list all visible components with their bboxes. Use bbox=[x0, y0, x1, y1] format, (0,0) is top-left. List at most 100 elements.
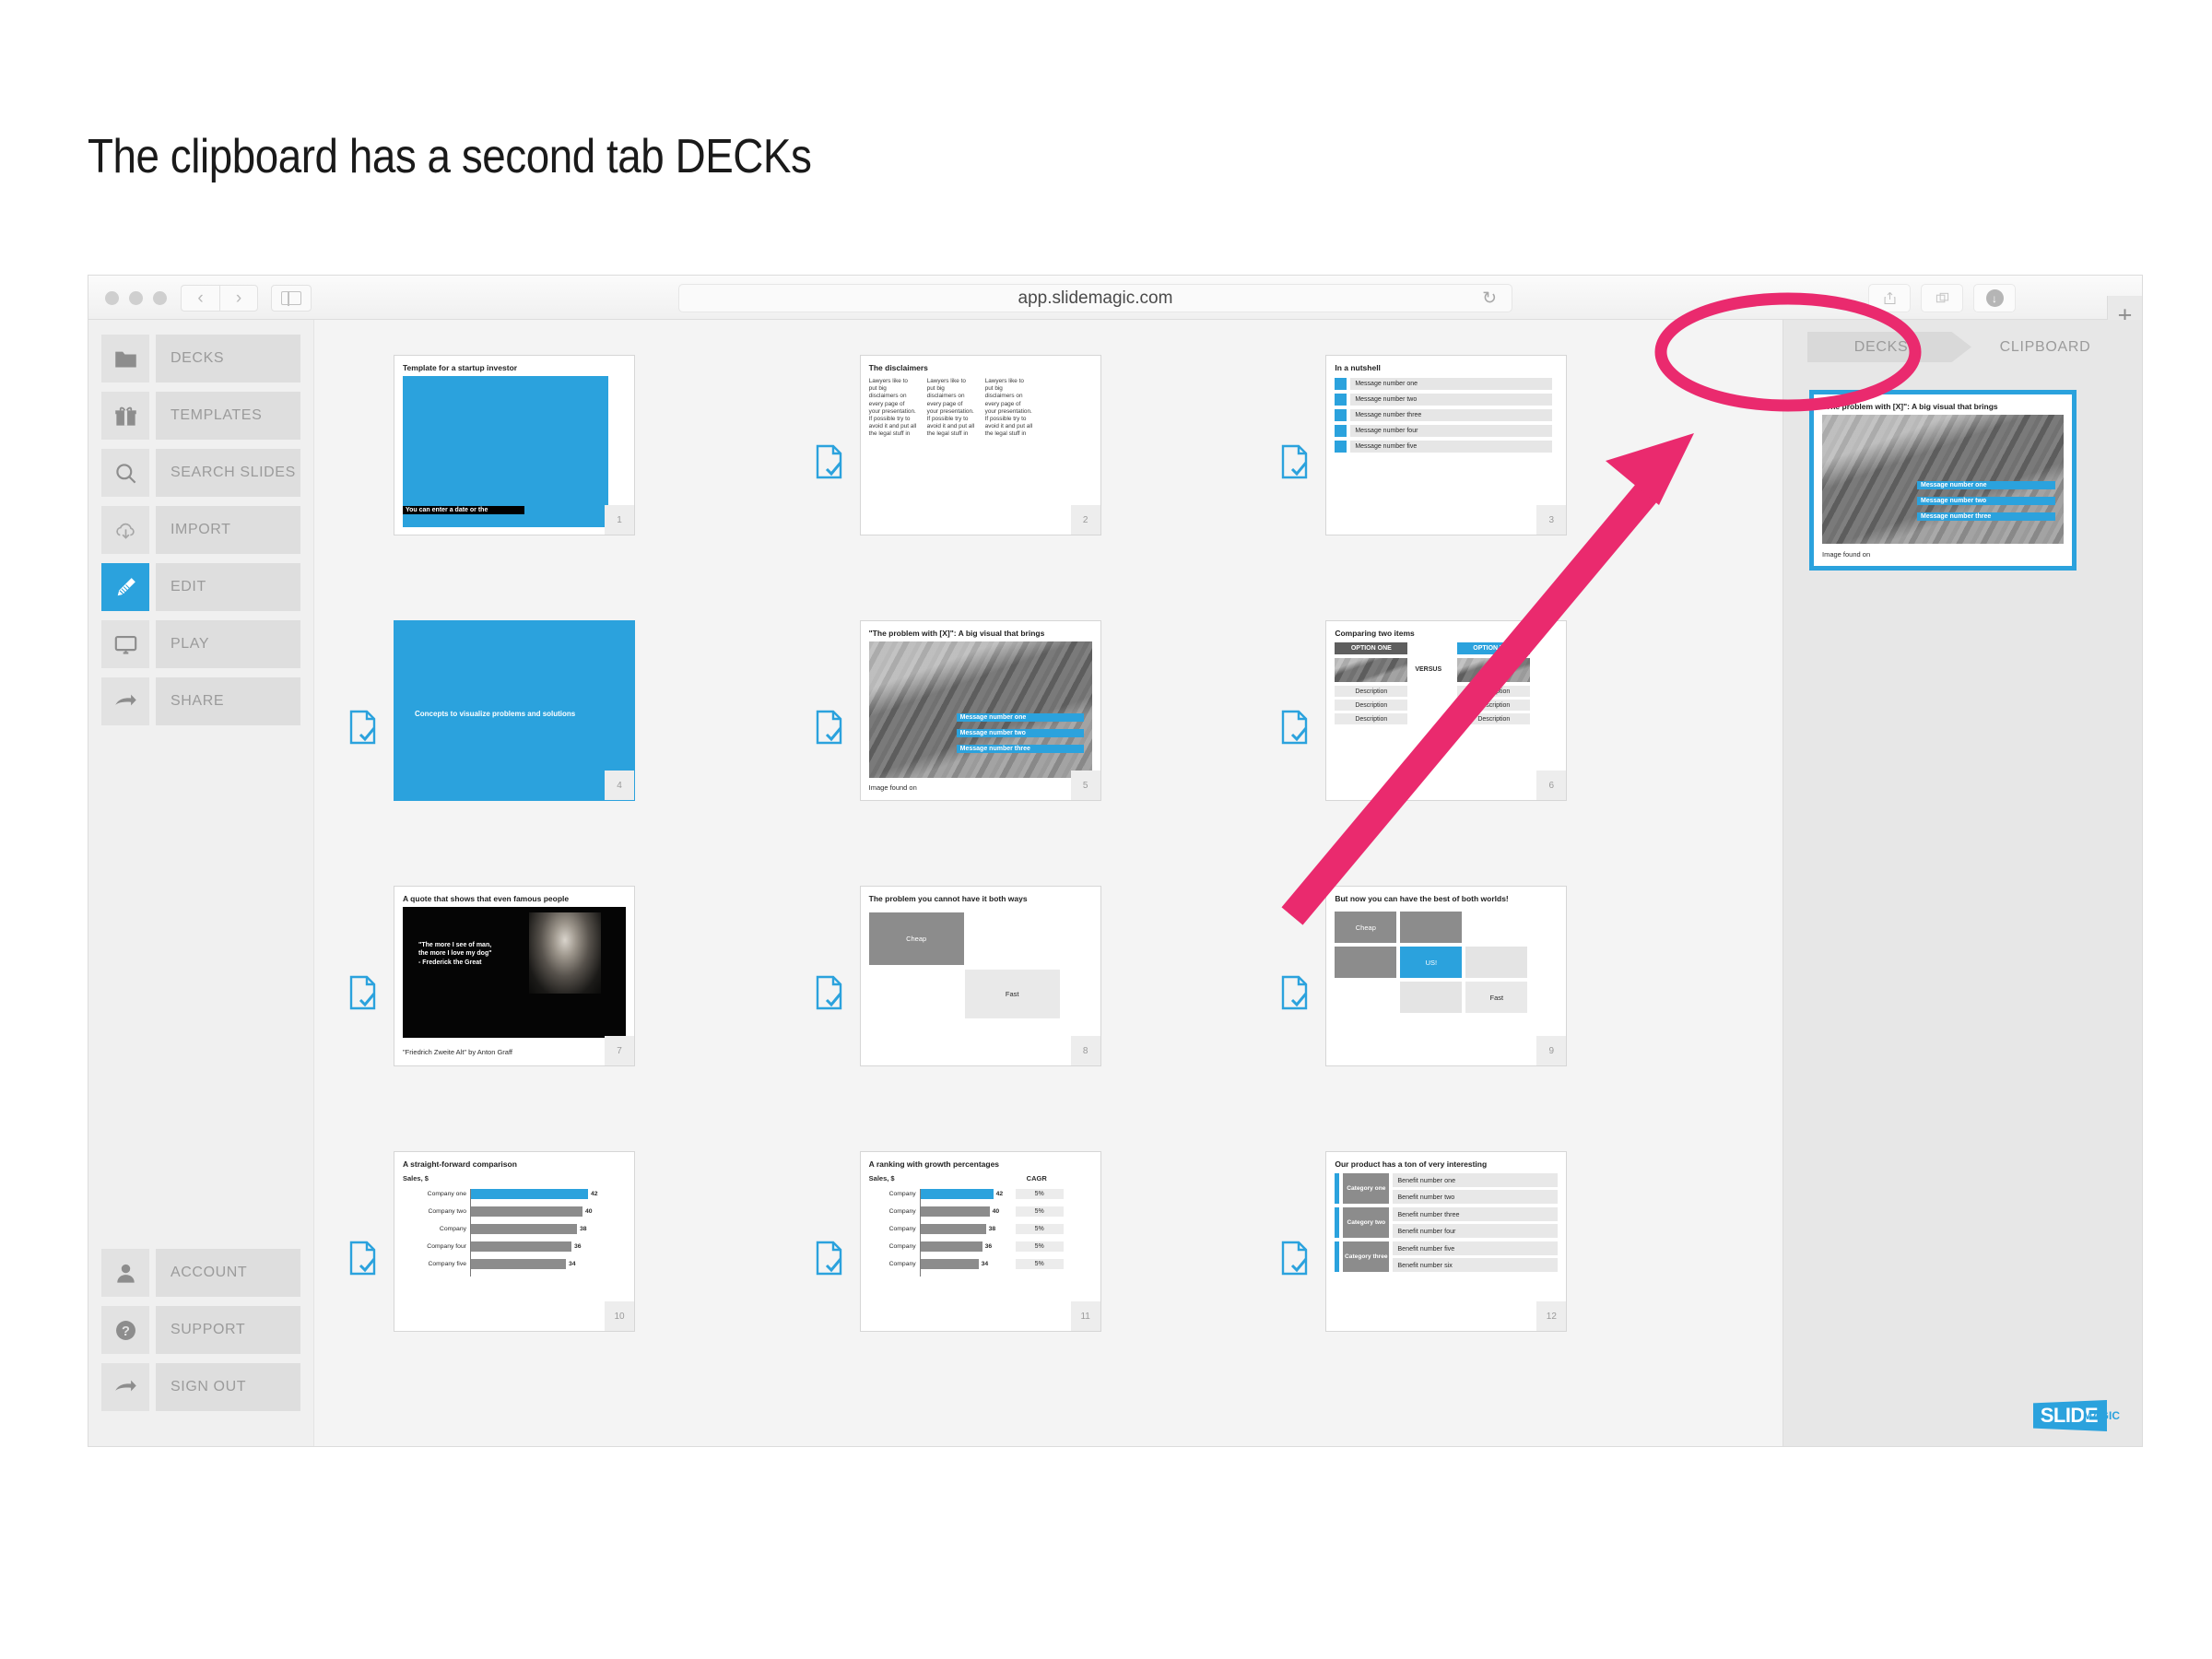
message-row: Message number five bbox=[1335, 441, 1558, 453]
slide-thumb-7[interactable]: A quote that shows that even famous peop… bbox=[394, 886, 635, 1066]
maximize-window-button[interactable] bbox=[153, 291, 167, 305]
close-window-button[interactable] bbox=[105, 291, 119, 305]
copy-to-clipboard-icon[interactable] bbox=[814, 443, 845, 480]
forward-button[interactable]: › bbox=[219, 285, 258, 312]
copy-to-clipboard-icon[interactable] bbox=[1279, 974, 1311, 1011]
category-tab: Category three bbox=[1343, 1241, 1390, 1272]
back-button[interactable]: ‹ bbox=[181, 285, 219, 312]
tab-decks[interactable]: DECKS bbox=[1807, 332, 1971, 362]
copy-to-clipboard-icon[interactable] bbox=[814, 974, 845, 1011]
slide-page-number: 2 bbox=[1070, 505, 1100, 535]
slide-canvas[interactable]: A straight-forward comparison Sales, $ C… bbox=[394, 1151, 635, 1332]
address-bar[interactable]: app.slidemagic.com ↻ bbox=[678, 284, 1512, 312]
arrow-share-icon-wrap bbox=[101, 677, 149, 725]
downloads-button[interactable]: ↓ bbox=[1973, 284, 2016, 312]
cloud-download-icon-wrap bbox=[101, 506, 149, 554]
arrow-share-icon bbox=[114, 1380, 136, 1391]
sidebar-item-support[interactable]: ? SUPPORT bbox=[101, 1306, 300, 1354]
slide-canvas[interactable]: Concepts to visualize problems and solut… bbox=[394, 620, 635, 801]
slide-canvas[interactable]: Comparing two items OPTION ONE OPTION TW… bbox=[1325, 620, 1568, 801]
sidebar-item-account[interactable]: ACCOUNT bbox=[101, 1249, 300, 1297]
category-accent bbox=[1335, 1173, 1340, 1204]
folder-icon bbox=[114, 351, 136, 367]
grid-box-fast: Fast bbox=[1465, 982, 1528, 1013]
show-tabs-button[interactable] bbox=[1921, 284, 1963, 312]
slide-caption: Image found on bbox=[1822, 550, 1871, 559]
slide-canvas[interactable]: "The problem with [X]": A big visual tha… bbox=[859, 620, 1101, 801]
copy-to-clipboard-icon[interactable] bbox=[1279, 443, 1311, 480]
clipboard-slide-canvas[interactable]: "The problem with [X]": A big visual tha… bbox=[1814, 394, 2072, 566]
slide-thumb-11[interactable]: A ranking with growth percentages Sales,… bbox=[859, 1151, 1101, 1332]
reload-icon[interactable]: ↻ bbox=[1482, 288, 1497, 309]
copy-to-clipboard-icon[interactable] bbox=[814, 709, 845, 746]
cagr-value: 5% bbox=[1015, 1241, 1064, 1252]
sidebar-item-decks[interactable]: DECKS bbox=[101, 335, 300, 382]
slide-cell: Concepts to visualize problems and solut… bbox=[347, 620, 814, 801]
cloud-download-icon bbox=[115, 523, 135, 539]
page-title: The clipboard has a second tab DECKs bbox=[88, 130, 812, 183]
sidebar-item-edit[interactable]: EDIT bbox=[101, 563, 300, 611]
description-box: Description bbox=[1335, 686, 1408, 697]
sidebar-item-label: SIGN OUT bbox=[156, 1363, 300, 1411]
slide-canvas[interactable]: In a nutshell Message number one Message… bbox=[1325, 355, 1568, 535]
slide-thumb-12[interactable]: Our product has a ton of very interestin… bbox=[1325, 1151, 1568, 1332]
bullet-square bbox=[1335, 378, 1347, 390]
copy-to-clipboard-icon[interactable] bbox=[1279, 1240, 1311, 1277]
slide-page-number: 8 bbox=[1070, 1036, 1100, 1065]
logo-magic-text: MAGIC bbox=[2083, 1409, 2120, 1422]
slide-canvas[interactable]: Our product has a ton of very interestin… bbox=[1325, 1151, 1568, 1332]
slide-thumb-2[interactable]: The disclaimers Lawyers like to put big … bbox=[859, 355, 1101, 535]
toolbar-right-buttons[interactable]: ↓ bbox=[1868, 284, 2016, 312]
slide-canvas[interactable]: A ranking with growth percentages Sales,… bbox=[859, 1151, 1101, 1332]
copy-to-clipboard-icon[interactable] bbox=[347, 1240, 379, 1277]
slide-thumb-5[interactable]: "The problem with [X]": A big visual tha… bbox=[859, 620, 1101, 801]
chart-bar bbox=[920, 1189, 994, 1199]
slide-title: A ranking with growth percentages bbox=[868, 1159, 1000, 1169]
slide-canvas[interactable]: The problem you cannot have it both ways… bbox=[859, 886, 1101, 1066]
sidebar-item-search-slides[interactable]: SEARCH SLIDES bbox=[101, 449, 300, 497]
copy-to-clipboard-icon[interactable] bbox=[1279, 709, 1311, 746]
chart-value: 42 bbox=[995, 1191, 1004, 1197]
slide-page-number: 9 bbox=[1536, 1036, 1567, 1065]
navigation-buttons[interactable]: ‹ › bbox=[181, 285, 258, 312]
arrow-share-icon bbox=[114, 694, 136, 705]
sidebar-item-play[interactable]: PLAY bbox=[101, 620, 300, 668]
slide-thumb-3[interactable]: In a nutshell Message number one Message… bbox=[1325, 355, 1568, 535]
downloads-icon: ↓ bbox=[1985, 289, 2004, 307]
slide-thumb-8[interactable]: The problem you cannot have it both ways… bbox=[859, 886, 1101, 1066]
sidebar-item-share[interactable]: SHARE bbox=[101, 677, 300, 725]
chart-value: 34 bbox=[981, 1261, 989, 1267]
slide-gallery[interactable]: Template for a startup investor You can … bbox=[314, 320, 1783, 1446]
slide-canvas[interactable]: Template for a startup investor You can … bbox=[394, 355, 635, 535]
benefit-bar: Benefit number two bbox=[1393, 1190, 1559, 1204]
slide-canvas[interactable]: But now you can have the best of both wo… bbox=[1325, 886, 1568, 1066]
tab-clipboard[interactable]: CLIPBOARD bbox=[1971, 332, 2119, 362]
traffic-lights[interactable] bbox=[105, 291, 167, 305]
sidebar-item-templates[interactable]: TEMPLATES bbox=[101, 392, 300, 440]
share-button[interactable] bbox=[1868, 284, 1911, 312]
sidebar-item-import[interactable]: IMPORT bbox=[101, 506, 300, 554]
slide-canvas[interactable]: The disclaimers Lawyers like to put big … bbox=[859, 355, 1101, 535]
search-icon-wrap bbox=[101, 449, 149, 497]
clipboard-slide-frame[interactable]: "The problem with [X]": A big visual tha… bbox=[1809, 390, 2077, 571]
minimize-window-button[interactable] bbox=[129, 291, 143, 305]
benefit-bar: Benefit number five bbox=[1393, 1241, 1559, 1255]
copy-to-clipboard-icon[interactable] bbox=[347, 709, 379, 746]
copy-to-clipboard-icon[interactable] bbox=[347, 974, 379, 1011]
slide-grid: Template for a startup investor You can … bbox=[314, 347, 1783, 1332]
overlay-message: Message number two bbox=[956, 729, 1084, 737]
user-icon bbox=[116, 1264, 135, 1283]
slide-thumb-10[interactable]: A straight-forward comparison Sales, $ C… bbox=[394, 1151, 635, 1332]
slide-thumb-9[interactable]: But now you can have the best of both wo… bbox=[1325, 886, 1568, 1066]
slide-thumb-6[interactable]: Comparing two items OPTION ONE OPTION TW… bbox=[1325, 620, 1568, 801]
chart-y-label: Sales, $ bbox=[403, 1174, 429, 1182]
copy-to-clipboard-icon[interactable] bbox=[814, 1240, 845, 1277]
overlay-message: Message number three bbox=[956, 745, 1084, 753]
sidebar-item-label: ACCOUNT bbox=[156, 1249, 300, 1297]
slide-thumb-1[interactable]: Template for a startup investor You can … bbox=[394, 355, 635, 535]
slide-thumb-4[interactable]: Concepts to visualize problems and solut… bbox=[394, 620, 635, 801]
slide-canvas[interactable]: A quote that shows that even famous peop… bbox=[394, 886, 635, 1066]
sidebar-item-sign-out[interactable]: SIGN OUT bbox=[101, 1363, 300, 1411]
cagr-header: CAGR bbox=[1026, 1174, 1047, 1182]
sidebar-toggle-button[interactable] bbox=[271, 285, 312, 312]
